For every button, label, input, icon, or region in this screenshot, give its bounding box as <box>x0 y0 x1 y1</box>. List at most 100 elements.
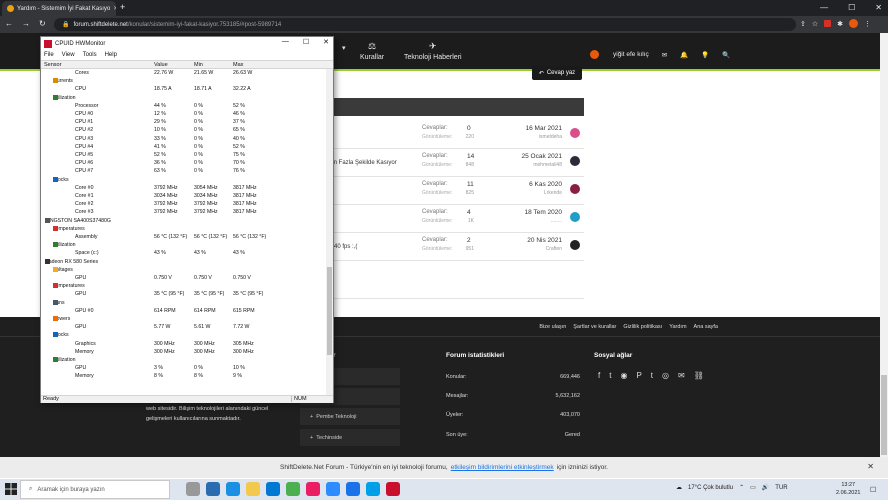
puzzle-icon[interactable]: ✱ <box>837 20 843 28</box>
sensor-row[interactable]: CPU #3 33 % 0 % 40 % <box>41 136 327 144</box>
thread-row[interactable]: m Fazla Şekilde Kasıyor Cevaplar: 14 Gör… <box>332 149 584 177</box>
sensor-row[interactable]: Assembly 56 °C (132 °F) 56 °C (132 °F) 56 °… <box>41 234 327 242</box>
last-poster[interactable]: Craften <box>546 246 562 252</box>
thread-row[interactable]: Cevaplar: 0 Görüntüleme: 220 16 Mar 2021… <box>332 121 584 149</box>
sensor-row[interactable]: CPU 18.75 A 18.71 A 32.22 A <box>41 86 327 94</box>
footer-site-link[interactable]: + Techinside <box>300 429 400 446</box>
sensor-group-row[interactable]: ⊟ Clocks <box>41 332 327 340</box>
profile-avatar[interactable] <box>849 19 859 28</box>
sensor-row[interactable]: Space (c:) 43 % 43 % 43 % <box>41 250 327 258</box>
sensor-row[interactable]: GPU 3 % 0 % 10 % <box>41 365 327 373</box>
sensor-row[interactable]: GPU 5.77 W 5.61 W 7.72 W <box>41 324 327 332</box>
footer-link[interactable]: Bize ulaşın <box>539 324 566 330</box>
twitter-icon[interactable]: t <box>609 371 611 380</box>
menu-tools[interactable]: Tools <box>83 52 97 58</box>
browser-tab[interactable]: Yardım - Sistemim İyi Fakat Kasıyo ✕ <box>2 1 116 16</box>
chrome-icon[interactable] <box>286 482 300 496</box>
sensor-row[interactable]: CPU #4 41 % 0 % 52 % <box>41 144 327 152</box>
page-scrollbar-thumb[interactable] <box>881 375 887 455</box>
language-indicator[interactable]: TUR <box>775 485 787 491</box>
lightbulb-icon[interactable]: 💡 <box>701 51 709 59</box>
minimize-icon[interactable]: — <box>282 38 289 46</box>
sensor-group-row[interactable]: ⊟ Utilization <box>41 94 327 103</box>
app-icon[interactable] <box>346 482 360 496</box>
footer-site-link[interactable]: + Pembe Teknoloji <box>300 408 400 425</box>
avatar[interactable] <box>570 184 580 194</box>
sensor-row[interactable]: GPU 0.750 V 0.750 V 0.750 V <box>41 275 327 283</box>
weather-text[interactable]: 17°C Çok bulutlu <box>688 485 733 491</box>
sensor-row[interactable]: CPU #2 10 % 0 % 65 % <box>41 127 327 135</box>
sensor-row[interactable]: CPU #7 63 % 0 % 76 % <box>41 168 327 176</box>
taskbar-search-input[interactable]: ⌕ Aramak için buraya yazın <box>20 480 170 499</box>
sensor-row[interactable]: Processor 44 % 0 % 52 % <box>41 103 327 111</box>
app-icon[interactable] <box>366 482 380 496</box>
stat-value[interactable]: Gered <box>565 432 580 438</box>
sensor-row[interactable]: Core #1 3034 MHz 3034 MHz 3817 MHz <box>41 193 327 201</box>
sensor-row[interactable]: Core #3 3792 MHz 3792 MHz 3817 MHz <box>41 209 327 217</box>
footer-link[interactable]: Yardım <box>669 324 686 330</box>
user-avatar[interactable] <box>590 50 599 59</box>
maximize-icon[interactable]: ☐ <box>303 38 309 46</box>
menu-view[interactable]: View <box>62 52 75 58</box>
new-tab-icon[interactable]: + <box>120 2 125 12</box>
sensor-row[interactable]: Memory 300 MHz 300 MHz 300 MHz <box>41 349 327 357</box>
taskbar-clock[interactable]: 13:27 2.06.2021 <box>836 481 860 497</box>
pinterest-icon[interactable]: P <box>636 371 641 380</box>
reload-icon[interactable]: ↻ <box>39 19 46 28</box>
sensor-group-row[interactable]: ⊟ KINGSTON SA400S37480G <box>41 217 327 226</box>
sensor-row[interactable]: Core #2 3792 MHz 3792 MHz 3817 MHz <box>41 201 327 209</box>
thread-title[interactable]: m Fazla Şekilde Kasıyor <box>332 160 397 166</box>
column-value[interactable]: Value <box>154 62 168 68</box>
thread-row[interactable]: Cevaplar: 4 Görüntüleme: 1K 18 Tem 2020 … <box>332 205 584 233</box>
email-icon[interactable]: ✉ <box>678 371 685 380</box>
column-min[interactable]: Min <box>194 62 203 68</box>
username[interactable]: yiğit efe kılıç <box>613 51 649 58</box>
reddit-icon[interactable]: ◉ <box>620 371 627 380</box>
nav-item-kurallar[interactable]: ⚖ Kurallar <box>360 41 384 61</box>
sensor-scrollbar-thumb[interactable] <box>327 267 332 355</box>
sensor-row[interactable]: CPU #0 12 % 0 % 46 % <box>41 111 327 119</box>
footer-link[interactable]: Ana sayfa <box>694 324 718 330</box>
reply-button[interactable]: ↶ Cevap yaz <box>532 66 582 80</box>
nav-dropdown-caret-icon[interactable]: ▾ <box>342 44 346 52</box>
sensor-group-row[interactable]: ⊟ Powers <box>41 316 327 324</box>
sensor-row[interactable]: GPU #0 614 RPM 614 RPM 615 RPM <box>41 308 327 316</box>
zoom-icon[interactable] <box>326 482 340 496</box>
menu-file[interactable]: File <box>44 52 54 58</box>
sensor-row[interactable]: Cores 22.76 W 21.65 W 26.63 W <box>41 70 327 78</box>
sensor-row[interactable]: CPU #5 52 % 0 % 75 % <box>41 152 327 160</box>
sensor-group-row[interactable]: ⊟ Utilization <box>41 242 327 250</box>
sensor-row[interactable]: CPU #1 29 % 0 % 37 % <box>41 119 327 127</box>
banner-link[interactable]: etkileşim bildirimlerini etkinleştirmek <box>451 464 554 471</box>
column-max[interactable]: Max <box>233 62 243 68</box>
sensor-group-row[interactable]: ⊟ Temperatures <box>41 225 327 234</box>
minimize-icon[interactable]: — <box>820 3 828 12</box>
avatar[interactable] <box>570 156 580 166</box>
app-icon[interactable] <box>306 482 320 496</box>
sensor-group-row[interactable]: ⊟ Voltages <box>41 266 327 275</box>
close-icon[interactable]: ✕ <box>323 38 329 46</box>
search-icon[interactable]: 🔍 <box>722 51 730 59</box>
avatar[interactable] <box>570 240 580 250</box>
menu-help[interactable]: Help <box>105 52 117 58</box>
sensor-row[interactable]: Memory 8 % 8 % 9 % <box>41 373 327 381</box>
sensor-row[interactable]: Graphics 300 MHz 300 MHz 305 MHz <box>41 341 327 349</box>
tumblr-icon[interactable]: t <box>651 371 653 380</box>
sensor-group-row[interactable]: ⊟ Fans <box>41 299 327 308</box>
people-icon[interactable] <box>206 482 220 496</box>
close-tab-icon[interactable]: ✕ <box>113 5 116 12</box>
share-icon[interactable]: ⇪ <box>800 20 806 28</box>
volume-icon[interactable]: 🔊 <box>762 484 769 491</box>
maximize-icon[interactable]: ☐ <box>848 3 855 12</box>
thread-row[interactable]: -40 fps :,( Cevaplar: 2 Görüntüleme: 951… <box>332 233 584 261</box>
file-explorer-icon[interactable] <box>246 482 260 496</box>
avatar[interactable] <box>570 212 580 222</box>
star-icon[interactable]: ☆ <box>812 20 818 28</box>
link-icon[interactable]: ⛓ <box>694 371 704 380</box>
last-poster[interactable]: Lrkende <box>544 190 562 196</box>
menu-kebab-icon[interactable]: ⋮ <box>864 20 871 28</box>
facebook-icon[interactable]: f <box>598 371 600 380</box>
column-sensor[interactable]: Sensor <box>44 62 61 68</box>
thread-row[interactable]: Cevaplar: 11 Görüntüleme: 825 6 Kas 2020… <box>332 177 584 205</box>
sensor-row[interactable]: Core #0 3792 MHz 3054 MHz 3817 MHz <box>41 185 327 193</box>
